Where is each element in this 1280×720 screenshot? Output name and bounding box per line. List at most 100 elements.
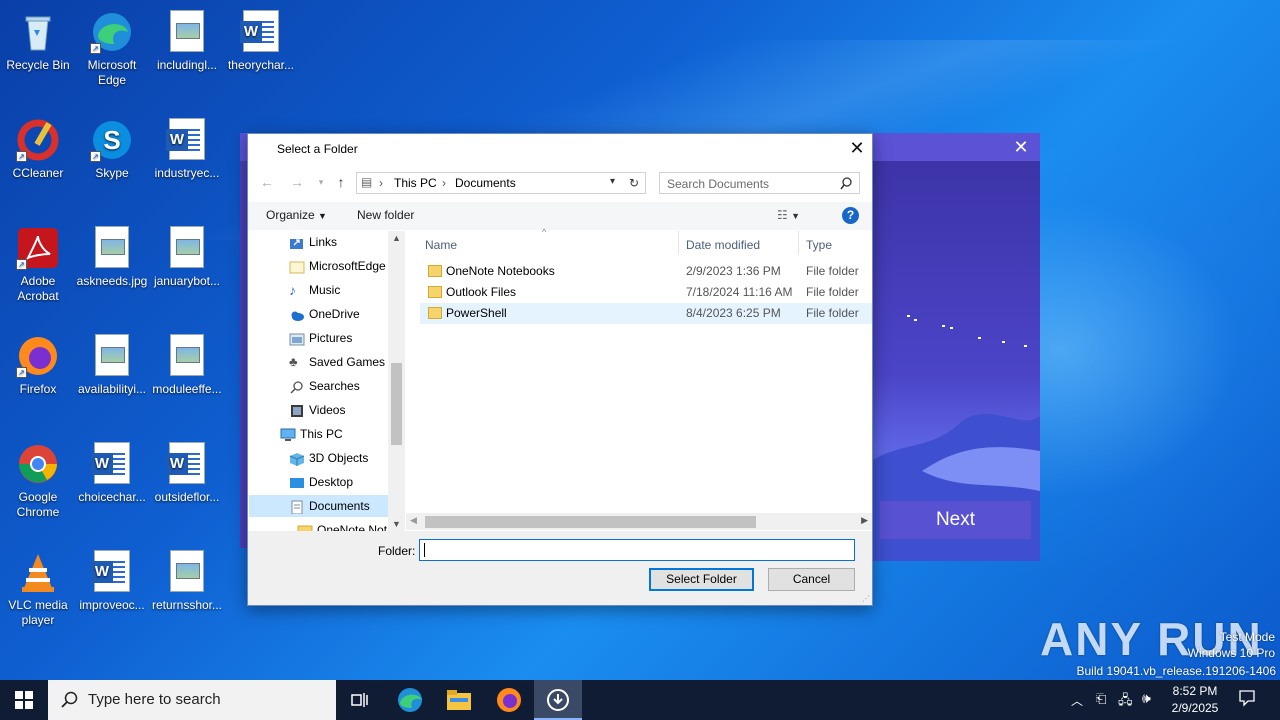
select-folder-button[interactable]: Select Folder	[649, 568, 754, 591]
desktop-icon-file[interactable]: askneeds.jpg	[74, 222, 150, 289]
desktop-icon-label: Skype	[95, 166, 129, 180]
desktop-icon-label: januarybot...	[153, 274, 221, 288]
list-item[interactable]: OneNote Notebooks 2/9/2023 1:36 PM File …	[420, 261, 872, 282]
desktop-icon-file[interactable]: availabilityi...	[74, 330, 150, 397]
new-folder-button[interactable]: New folder	[357, 208, 414, 222]
desktop-icon-file[interactable]: januarybot...	[149, 222, 225, 289]
desktop-icon-label: availabilityi...	[77, 382, 147, 396]
start-button[interactable]	[0, 680, 48, 720]
column-header-name[interactable]: Name	[425, 238, 457, 252]
tree-item-onedrive[interactable]: OneDrive	[249, 303, 404, 325]
desktop-icon-file[interactable]: includingl...	[149, 6, 225, 73]
taskbar-firefox-icon[interactable]	[485, 680, 533, 720]
tree-item-this-pc[interactable]: This PC	[249, 423, 404, 445]
list-item[interactable]: Outlook Files 7/18/2024 11:16 AM File fo…	[420, 282, 872, 303]
back-arrow-icon[interactable]: ←	[258, 172, 276, 192]
tree-item-desktop[interactable]: Desktop	[249, 471, 404, 493]
tree-item-videos[interactable]: Videos	[249, 399, 404, 421]
tree-scrollbar-thumb[interactable]	[391, 363, 402, 445]
desktop-icon-label: improveoc...	[79, 598, 145, 612]
tree-item-pictures[interactable]: Pictures	[249, 327, 404, 349]
tree-item-onenote[interactable]: OneNote Not	[249, 519, 404, 531]
forward-arrow-icon[interactable]: →	[288, 172, 306, 192]
action-center-icon[interactable]	[1238, 689, 1256, 720]
volume-icon[interactable]: 🕪	[1142, 690, 1151, 720]
folder-icon	[428, 265, 442, 277]
tree-item-links[interactable]: Links	[249, 231, 404, 253]
horizontal-scrollbar-thumb[interactable]	[425, 516, 756, 528]
vlc-icon	[16, 550, 60, 594]
computer-icon	[280, 427, 296, 441]
tree-item-microsoftedge[interactable]: MicrosoftEdge	[249, 255, 404, 277]
saved-games-icon: ♣	[289, 354, 298, 369]
cancel-button[interactable]: Cancel	[768, 568, 855, 591]
file-list-header: Name ^ Date modified Type	[406, 227, 872, 257]
windows-edition-label: Windows 10 Pro	[1187, 646, 1275, 660]
shortcut-arrow-icon: ↗	[16, 259, 27, 270]
desktop-icon-edge[interactable]: ↗ Microsoft Edge	[74, 6, 150, 88]
tree-item-saved-games[interactable]: ♣ Saved Games	[249, 351, 404, 373]
desktop-icon-file[interactable]: W theorychar...	[223, 6, 299, 73]
recent-locations-chevron-icon[interactable]: ▾	[312, 172, 330, 192]
desktop-icon-file[interactable]: moduleeffe...	[149, 330, 225, 397]
tree-item-searches[interactable]: Searches	[249, 375, 404, 397]
organize-button[interactable]: Organize ▼	[266, 208, 327, 222]
desktop-icon-vlc[interactable]: VLC media player	[0, 546, 76, 628]
desktop-icon-file[interactable]: W choicechar...	[74, 438, 150, 505]
scroll-down-icon[interactable]: ▼	[392, 519, 401, 529]
dialog-close-button[interactable]: ✕	[846, 136, 868, 160]
show-hidden-icons-chevron-icon[interactable]: ︿	[1071, 692, 1083, 720]
system-clock[interactable]: 8:52 PM 2/9/2025	[1166, 680, 1224, 720]
windows-logo-icon	[15, 691, 33, 709]
desktop-icon-file[interactable]: W outsideflor...	[149, 438, 225, 505]
network-icon[interactable]: 🖧	[1118, 691, 1133, 720]
chevron-down-icon: ▼	[318, 211, 327, 221]
up-arrow-icon[interactable]: ↑	[332, 172, 350, 192]
desktop-icon-firefox[interactable]: ↗ Firefox	[0, 330, 76, 397]
image-file-icon	[165, 226, 209, 270]
desktop-icon-skype[interactable]: S ↗ Skype	[74, 114, 150, 181]
list-item[interactable]: PowerShell 8/4/2023 6:25 PM File folder	[420, 303, 872, 324]
desktop-icon-label: outsideflor...	[154, 490, 220, 504]
column-header-date[interactable]: Date modified	[686, 238, 760, 252]
desktop-icon-file[interactable]: returnsshor...	[149, 546, 225, 613]
tree-item-documents[interactable]: Documents	[249, 495, 404, 517]
breadcrumb-documents[interactable]: Documents	[455, 176, 516, 190]
desktop-icon-acrobat[interactable]: ↗ Adobe Acrobat	[0, 222, 76, 304]
taskbar-search-box[interactable]: Type here to search	[48, 680, 336, 720]
word-document-icon: W	[90, 550, 134, 594]
desktop-icon-ccleaner[interactable]: ↗ CCleaner	[0, 114, 76, 181]
view-options-icon[interactable]: ☷ ▼	[777, 208, 800, 222]
desktop-icon-file[interactable]: W improveoc...	[74, 546, 150, 613]
breadcrumb-this-pc[interactable]: This PC	[394, 176, 437, 190]
desktop-icon-label: CCleaner	[12, 166, 64, 180]
taskbar-edge-icon[interactable]	[386, 680, 434, 720]
address-dropdown-chevron-icon[interactable]: ▾	[610, 176, 615, 187]
word-document-icon: W	[165, 442, 209, 486]
pictures-icon	[289, 331, 305, 346]
word-document-icon: W	[165, 118, 209, 162]
sort-ascending-icon: ^	[542, 227, 547, 237]
address-bar[interactable]: ▤ › This PC › Documents ▾ ↻	[356, 172, 646, 194]
text-cursor	[424, 543, 425, 557]
scroll-up-icon[interactable]: ▲	[392, 233, 401, 243]
next-button[interactable]: Next	[880, 501, 1031, 539]
help-icon[interactable]: ?	[842, 207, 859, 224]
scroll-right-icon[interactable]: ▶	[861, 515, 868, 526]
column-header-type[interactable]: Type	[806, 238, 832, 252]
folder-name-input[interactable]	[419, 539, 855, 561]
tree-item-music[interactable]: ♪ Music	[249, 279, 404, 301]
task-view-icon[interactable]	[336, 680, 384, 720]
resize-grip-icon[interactable]: ⋰	[862, 594, 870, 603]
tree-item-3d-objects[interactable]: 3D Objects	[249, 447, 404, 469]
usb-device-icon[interactable]: ⎗	[1096, 691, 1106, 720]
taskbar-installer-app-icon[interactable]	[534, 680, 582, 720]
desktop-icon-file[interactable]: W industryec...	[149, 114, 225, 181]
scroll-left-icon[interactable]: ◀	[410, 515, 417, 526]
taskbar-file-explorer-icon[interactable]	[435, 680, 483, 720]
desktop-icon-recycle-bin[interactable]: Recycle Bin	[0, 6, 76, 73]
search-documents-input[interactable]: Search Documents	[659, 172, 860, 194]
desktop-icon-chrome[interactable]: Google Chrome	[0, 438, 76, 520]
refresh-icon[interactable]: ↻	[629, 176, 639, 190]
background-app-close-icon[interactable]: ✕	[1008, 137, 1034, 158]
